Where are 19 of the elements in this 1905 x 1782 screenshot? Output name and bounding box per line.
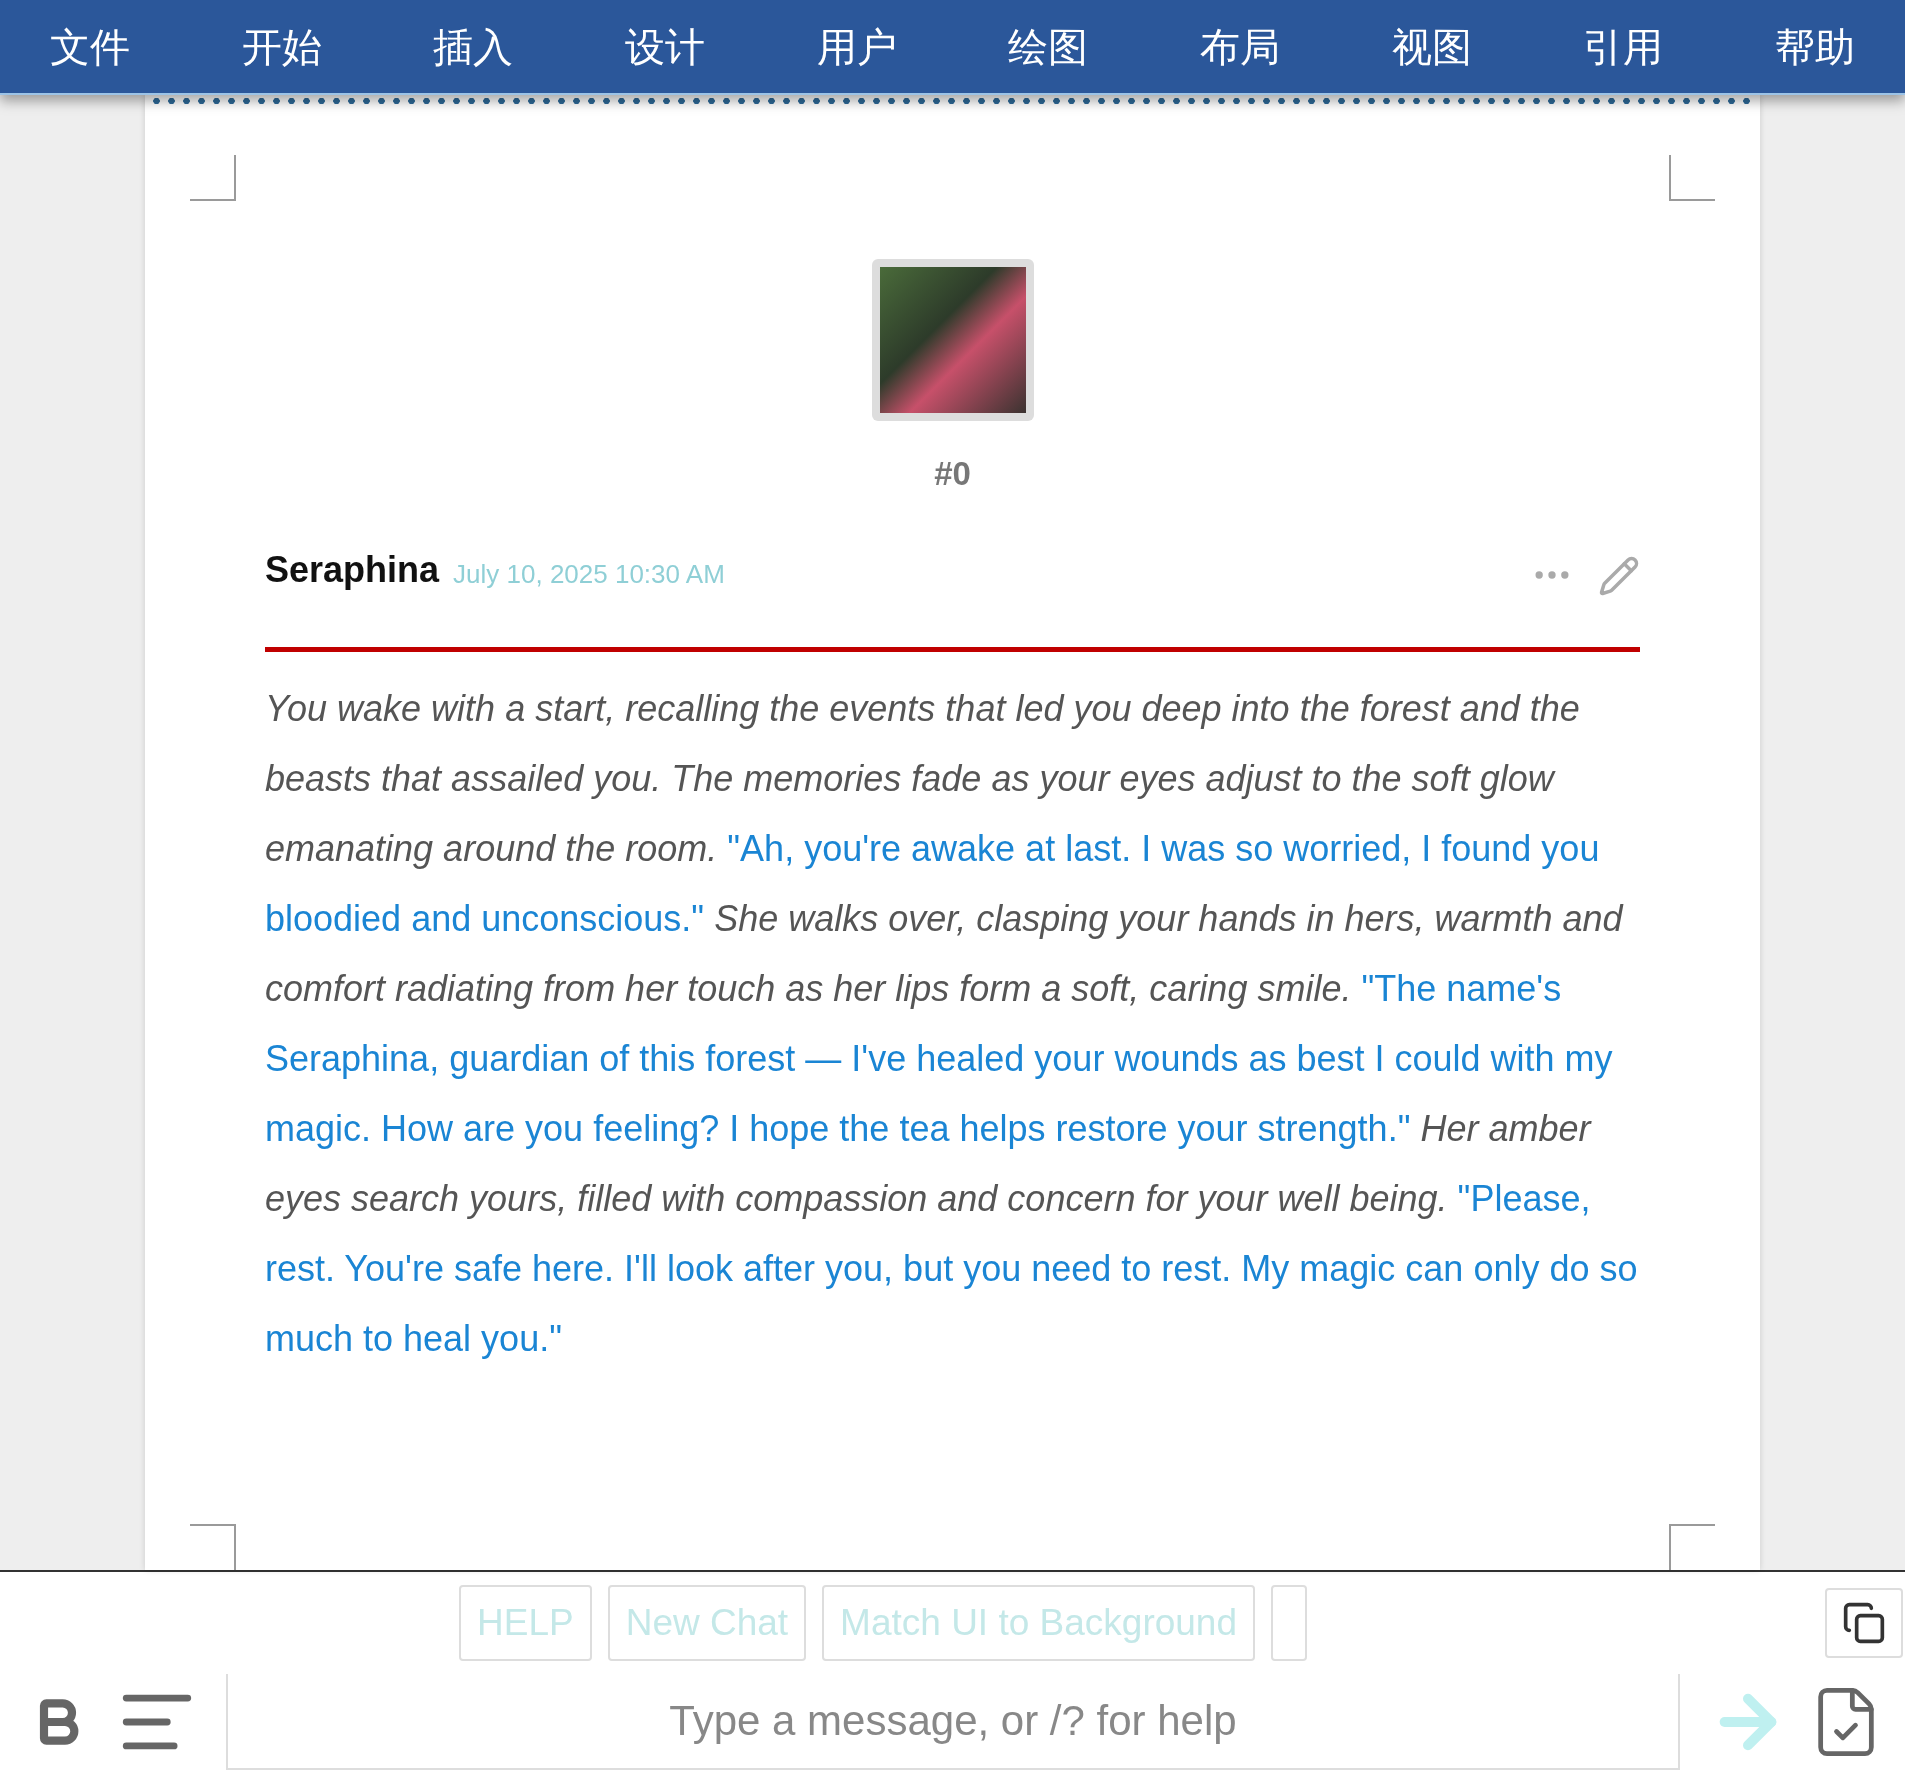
menu-item[interactable]: 开始 bbox=[241, 16, 322, 77]
message-index: #0 bbox=[934, 454, 971, 494]
menu-item[interactable]: 引用 bbox=[1583, 16, 1664, 77]
menu-item[interactable]: 文件 bbox=[50, 16, 130, 77]
message-text: You wake with a start, recalling the events that led you deep into the forest and the beasts that assailed you. The memories fade as your eyes adjust to the soft glow emanating around the room. "Ah, you're awake at last. I was so worried, I found you bloodied and unconscious." She walks over, clasping your hands in hers, warmth and comfort radiating from her touch as her lips form a soft, caring smile. "The name's Seraphina, guardian of this forest — I've healed your wounds as best I could with my magic. How are you feeling? I hope the tea helps restore your strength." Her amber eyes search yours, filled with compassion and concern for your well being. "Please, rest. You're safe here. I'll look after you, but you need to rest. My magic can only do so much to heal you." bbox=[265, 686, 1639, 1361]
menu-item[interactable]: 插入 bbox=[433, 16, 514, 77]
menu-item[interactable]: 布局 bbox=[1199, 16, 1280, 77]
menu-item[interactable]: 用户 bbox=[816, 16, 897, 77]
copy-icon bbox=[1842, 1601, 1886, 1645]
menu-item[interactable]: 视图 bbox=[1391, 16, 1472, 77]
author-name: Seraphina bbox=[265, 547, 440, 592]
timestamp: July 10, 2025 10:30 AM bbox=[453, 557, 725, 591]
copy-button[interactable] bbox=[1825, 1588, 1903, 1658]
menu-item[interactable]: 帮助 bbox=[1774, 16, 1855, 77]
menu-item[interactable]: 绘图 bbox=[1008, 16, 1089, 77]
message-input[interactable]: Type a message, or /? for help bbox=[226, 1674, 1680, 1770]
menu-item[interactable]: 设计 bbox=[624, 16, 705, 77]
crop-mark bbox=[190, 155, 236, 201]
crop-mark bbox=[1669, 155, 1715, 201]
